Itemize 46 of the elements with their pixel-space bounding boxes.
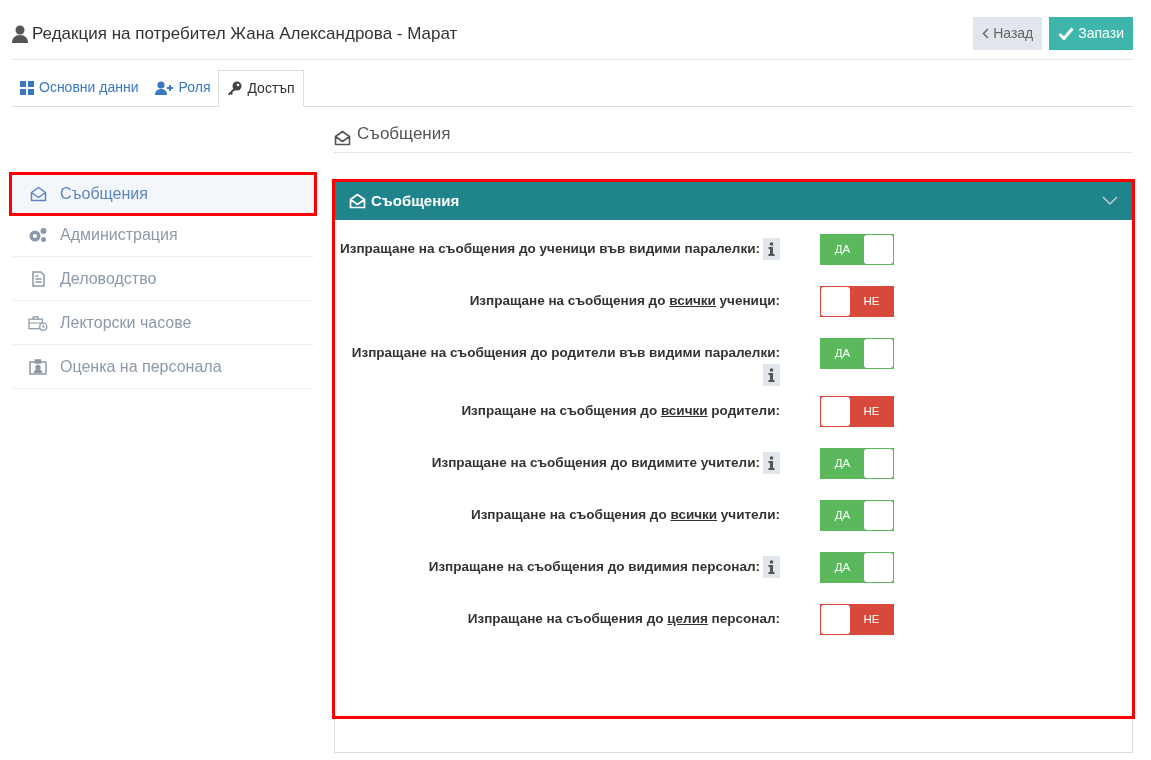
sidebar-item[interactable]: Администрация: [12, 213, 314, 257]
tab[interactable]: Роля: [146, 69, 219, 106]
section-title: Съобщения: [357, 122, 451, 145]
user-plus-icon: [154, 80, 174, 95]
setting-label: Изпращане на съобщения до родители във видими паралелки:: [351, 344, 780, 362]
user-icon: [12, 24, 28, 43]
envelope-icon: [334, 130, 351, 146]
toggle-switch[interactable]: ДА: [820, 500, 894, 531]
info-icon[interactable]: [763, 452, 780, 474]
toggle-switch[interactable]: ДА: [820, 234, 894, 265]
toggle-switch[interactable]: ДА: [820, 552, 894, 583]
sidebar-item[interactable]: Деловодство: [12, 257, 314, 301]
toggle-switch[interactable]: ДА: [820, 338, 894, 369]
sidebar-item[interactable]: Лекторски часове: [12, 301, 314, 345]
setting-label: Изпращане на съобщения до всички родители:: [461, 402, 780, 420]
envelope-icon: [349, 193, 366, 209]
info-icon[interactable]: [763, 238, 780, 260]
save-button[interactable]: Запази: [1049, 17, 1133, 50]
setting-label: Изпращане на съобщения до ученици във видими паралелки:: [340, 240, 760, 258]
setting-label: Изпращане на съобщения до видимите учители:: [431, 454, 760, 472]
toggle-switch[interactable]: НЕ: [820, 286, 894, 317]
envelope-icon: [28, 186, 48, 202]
back-button[interactable]: Назад: [973, 17, 1043, 50]
setting-label: Изпращане на съобщения до целия персонал:: [467, 610, 780, 628]
page-title: Редакция на потребител Жана Александрова - Марат: [32, 22, 458, 45]
tab[interactable]: Достъп: [218, 70, 304, 107]
grid-icon: [20, 80, 34, 95]
check-icon: [1058, 27, 1075, 40]
setting-label: Изпращане на съобщения до всички учители:: [470, 506, 780, 524]
sidebar-item[interactable]: Оценка на персонала: [12, 345, 314, 389]
toggle-switch[interactable]: ДА: [820, 448, 894, 479]
panel-title: Съобщения: [371, 190, 460, 211]
briefcase-clock-icon: [28, 314, 48, 331]
setting-label: Изпращане на съобщения до видимия персонал:: [428, 558, 760, 576]
chevron-down-icon[interactable]: [1102, 196, 1118, 206]
id-badge-icon: [28, 358, 48, 375]
info-icon[interactable]: [763, 364, 780, 386]
tab[interactable]: Основни данни: [12, 69, 147, 106]
toggle-switch[interactable]: НЕ: [820, 396, 894, 427]
setting-label: Изпращане на съобщения до всички ученици:: [469, 292, 780, 310]
key-icon: [227, 81, 243, 96]
toggle-switch[interactable]: НЕ: [820, 604, 894, 635]
sidebar-item[interactable]: Съобщения: [12, 175, 314, 213]
info-icon[interactable]: [763, 556, 780, 578]
chevron-left-icon: [982, 28, 990, 39]
gears-icon: [28, 226, 48, 243]
